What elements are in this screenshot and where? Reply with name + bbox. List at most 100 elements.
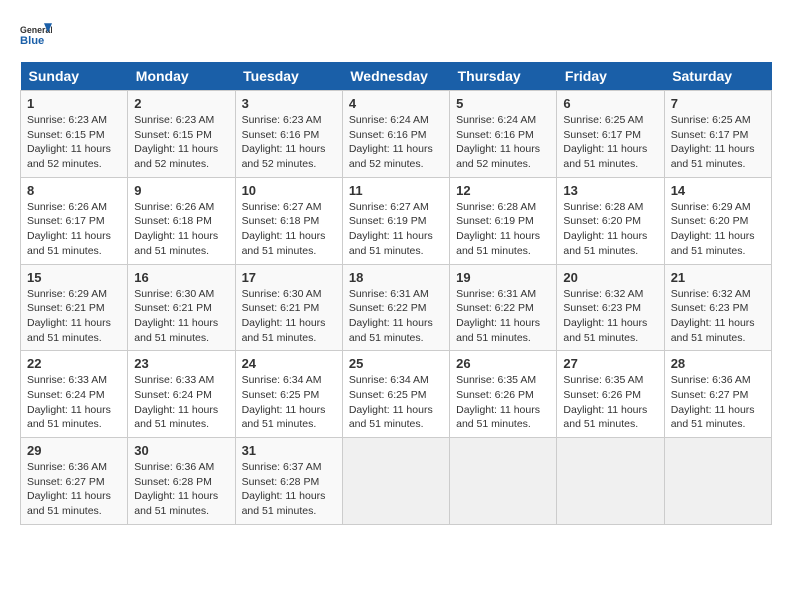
day-info: Sunrise: 6:29 AM Sunset: 6:21 PM Dayligh… [27, 287, 121, 346]
day-info: Sunrise: 6:23 AM Sunset: 6:15 PM Dayligh… [27, 113, 121, 172]
calendar-cell: 22 Sunrise: 6:33 AM Sunset: 6:24 PM Dayli… [21, 351, 128, 438]
day-info: Sunrise: 6:35 AM Sunset: 6:26 PM Dayligh… [456, 373, 550, 432]
day-number: 28 [671, 356, 765, 371]
day-number: 6 [563, 96, 657, 111]
day-number: 30 [134, 443, 228, 458]
header-thursday: Thursday [450, 62, 557, 91]
calendar-cell: 16Sunrise: 6:30 AM Sunset: 6:21 PM Dayli… [128, 264, 235, 351]
day-info: Sunrise: 6:27 AM Sunset: 6:19 PM Dayligh… [349, 200, 443, 259]
day-number: 5 [456, 96, 550, 111]
week-row-5: 29 Sunrise: 6:36 AM Sunset: 6:27 PM Dayli… [21, 438, 772, 525]
logo: GeneralBlue [20, 20, 52, 52]
logo-icon: GeneralBlue [20, 20, 52, 52]
calendar-cell [664, 438, 771, 525]
day-info: Sunrise: 6:24 AM Sunset: 6:16 PM Dayligh… [349, 113, 443, 172]
calendar-header-row: SundayMondayTuesdayWednesdayThursdayFrid… [21, 62, 772, 91]
calendar-cell [450, 438, 557, 525]
calendar-cell: 13 Sunrise: 6:28 AM Sunset: 6:20 PM Dayli… [557, 177, 664, 264]
header-saturday: Saturday [664, 62, 771, 91]
calendar-cell: 2 Sunrise: 6:23 AM Sunset: 6:15 PM Daylig… [128, 91, 235, 178]
page-header: GeneralBlue [20, 20, 772, 52]
day-info: Sunrise: 6:36 AM Sunset: 6:28 PM Dayligh… [134, 460, 228, 519]
calendar-cell: 10 Sunrise: 6:27 AM Sunset: 6:18 PM Dayli… [235, 177, 342, 264]
day-number: 19 [456, 270, 550, 285]
calendar-cell: 15 Sunrise: 6:29 AM Sunset: 6:21 PM Dayli… [21, 264, 128, 351]
calendar-cell: 28 Sunrise: 6:36 AM Sunset: 6:27 PM Dayli… [664, 351, 771, 438]
day-info: Sunrise: 6:24 AM Sunset: 6:16 PM Dayligh… [456, 113, 550, 172]
day-info: Sunrise: 6:33 AM Sunset: 6:24 PM Dayligh… [134, 373, 228, 432]
calendar-cell [342, 438, 449, 525]
svg-text:Blue: Blue [20, 35, 44, 47]
header-friday: Friday [557, 62, 664, 91]
day-number: 1 [27, 96, 121, 111]
day-number: 3 [242, 96, 336, 111]
day-number: 4 [349, 96, 443, 111]
day-info: Sunrise: 6:23 AM Sunset: 6:16 PM Dayligh… [242, 113, 336, 172]
calendar-cell: 3 Sunrise: 6:23 AM Sunset: 6:16 PM Daylig… [235, 91, 342, 178]
calendar-cell: 20Sunrise: 6:32 AM Sunset: 6:23 PM Dayli… [557, 264, 664, 351]
day-info: Sunrise: 6:26 AM Sunset: 6:17 PM Dayligh… [27, 200, 121, 259]
day-info: Sunrise: 6:35 AM Sunset: 6:26 PM Dayligh… [563, 373, 657, 432]
calendar-cell: 26 Sunrise: 6:35 AM Sunset: 6:26 PM Dayli… [450, 351, 557, 438]
calendar-cell: 25Sunrise: 6:34 AM Sunset: 6:25 PM Dayli… [342, 351, 449, 438]
calendar-cell: 23 Sunrise: 6:33 AM Sunset: 6:24 PM Dayli… [128, 351, 235, 438]
day-info: Sunrise: 6:31 AM Sunset: 6:22 PM Dayligh… [456, 287, 550, 346]
calendar-cell: 7Sunrise: 6:25 AM Sunset: 6:17 PM Daylig… [664, 91, 771, 178]
day-info: Sunrise: 6:28 AM Sunset: 6:20 PM Dayligh… [563, 200, 657, 259]
calendar-cell: 8Sunrise: 6:26 AM Sunset: 6:17 PM Daylig… [21, 177, 128, 264]
day-info: Sunrise: 6:34 AM Sunset: 6:25 PM Dayligh… [242, 373, 336, 432]
calendar-cell: 17Sunrise: 6:30 AM Sunset: 6:21 PM Dayli… [235, 264, 342, 351]
day-info: Sunrise: 6:31 AM Sunset: 6:22 PM Dayligh… [349, 287, 443, 346]
day-info: Sunrise: 6:36 AM Sunset: 6:27 PM Dayligh… [671, 373, 765, 432]
calendar-cell: 19 Sunrise: 6:31 AM Sunset: 6:22 PM Dayli… [450, 264, 557, 351]
day-number: 27 [563, 356, 657, 371]
day-info: Sunrise: 6:29 AM Sunset: 6:20 PM Dayligh… [671, 200, 765, 259]
calendar-cell: 31 Sunrise: 6:37 AM Sunset: 6:28 PM Dayli… [235, 438, 342, 525]
calendar-cell: 4 Sunrise: 6:24 AM Sunset: 6:16 PM Daylig… [342, 91, 449, 178]
day-number: 12 [456, 183, 550, 198]
day-number: 17 [242, 270, 336, 285]
day-info: Sunrise: 6:27 AM Sunset: 6:18 PM Dayligh… [242, 200, 336, 259]
day-number: 13 [563, 183, 657, 198]
day-number: 2 [134, 96, 228, 111]
day-info: Sunrise: 6:28 AM Sunset: 6:19 PM Dayligh… [456, 200, 550, 259]
day-number: 21 [671, 270, 765, 285]
day-number: 16 [134, 270, 228, 285]
day-info: Sunrise: 6:32 AM Sunset: 6:23 PM Dayligh… [563, 287, 657, 346]
day-number: 22 [27, 356, 121, 371]
calendar-cell: 24 Sunrise: 6:34 AM Sunset: 6:25 PM Dayli… [235, 351, 342, 438]
calendar-cell: 18 Sunrise: 6:31 AM Sunset: 6:22 PM Dayli… [342, 264, 449, 351]
day-number: 18 [349, 270, 443, 285]
day-number: 15 [27, 270, 121, 285]
day-info: Sunrise: 6:36 AM Sunset: 6:27 PM Dayligh… [27, 460, 121, 519]
day-info: Sunrise: 6:32 AM Sunset: 6:23 PM Dayligh… [671, 287, 765, 346]
day-info: Sunrise: 6:23 AM Sunset: 6:15 PM Dayligh… [134, 113, 228, 172]
calendar-cell [557, 438, 664, 525]
header-tuesday: Tuesday [235, 62, 342, 91]
day-info: Sunrise: 6:25 AM Sunset: 6:17 PM Dayligh… [671, 113, 765, 172]
calendar-cell: 5 Sunrise: 6:24 AM Sunset: 6:16 PM Daylig… [450, 91, 557, 178]
day-info: Sunrise: 6:33 AM Sunset: 6:24 PM Dayligh… [27, 373, 121, 432]
calendar-cell: 12 Sunrise: 6:28 AM Sunset: 6:19 PM Dayli… [450, 177, 557, 264]
day-number: 9 [134, 183, 228, 198]
day-number: 29 [27, 443, 121, 458]
calendar-table: SundayMondayTuesdayWednesdayThursdayFrid… [20, 62, 772, 525]
day-number: 26 [456, 356, 550, 371]
week-row-2: 8Sunrise: 6:26 AM Sunset: 6:17 PM Daylig… [21, 177, 772, 264]
calendar-cell: 27 Sunrise: 6:35 AM Sunset: 6:26 PM Dayli… [557, 351, 664, 438]
header-monday: Monday [128, 62, 235, 91]
day-info: Sunrise: 6:26 AM Sunset: 6:18 PM Dayligh… [134, 200, 228, 259]
calendar-cell: 9 Sunrise: 6:26 AM Sunset: 6:18 PM Daylig… [128, 177, 235, 264]
day-info: Sunrise: 6:37 AM Sunset: 6:28 PM Dayligh… [242, 460, 336, 519]
calendar-cell: 11Sunrise: 6:27 AM Sunset: 6:19 PM Dayli… [342, 177, 449, 264]
day-number: 31 [242, 443, 336, 458]
calendar-cell: 1 Sunrise: 6:23 AM Sunset: 6:15 PM Daylig… [21, 91, 128, 178]
day-number: 10 [242, 183, 336, 198]
day-number: 25 [349, 356, 443, 371]
calendar-cell: 29 Sunrise: 6:36 AM Sunset: 6:27 PM Dayli… [21, 438, 128, 525]
calendar-cell: 21 Sunrise: 6:32 AM Sunset: 6:23 PM Dayli… [664, 264, 771, 351]
calendar-cell: 6Sunrise: 6:25 AM Sunset: 6:17 PM Daylig… [557, 91, 664, 178]
day-number: 23 [134, 356, 228, 371]
day-number: 24 [242, 356, 336, 371]
day-number: 14 [671, 183, 765, 198]
